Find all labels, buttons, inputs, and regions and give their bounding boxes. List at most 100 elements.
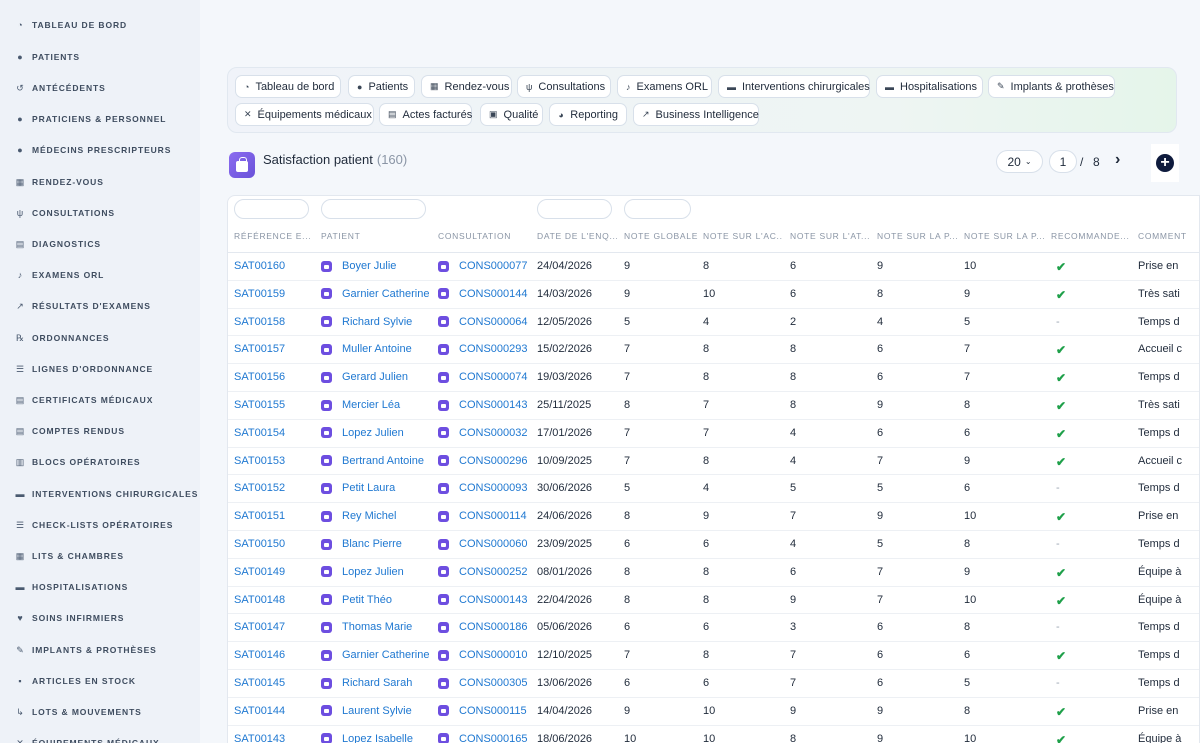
reference-link[interactable]: SAT00158 [234, 316, 285, 328]
patient-link[interactable]: Petit Laura [342, 482, 395, 494]
column-header[interactable]: NOTE GLOBALE [624, 231, 699, 241]
reference-link[interactable]: SAT00157 [234, 343, 285, 355]
reference-link[interactable]: SAT00146 [234, 649, 285, 661]
sidebar-item[interactable]: ▤ DIAGNOSTICS [16, 234, 101, 254]
consultation-link[interactable]: CONS000093 [459, 482, 528, 494]
sidebar-item[interactable]: ✎ IMPLANTS & PROTHÈSES [16, 640, 157, 660]
table-row[interactable]: SAT00152 Petit Laura CONS000093 30/06/2026 5… [228, 475, 1199, 504]
table-row[interactable]: SAT00149 Lopez Julien CONS000252 08/01/2026… [228, 559, 1199, 587]
module-tab[interactable]: ▤ Actes facturés [379, 103, 472, 126]
reference-link[interactable]: SAT00143 [234, 733, 285, 743]
consultation-link[interactable]: CONS000252 [459, 566, 528, 578]
reference-link[interactable]: SAT00144 [234, 705, 285, 717]
table-row[interactable]: SAT00148 Petit Théo CONS000143 22/04/2026 8 8… [228, 587, 1199, 615]
sidebar-item[interactable]: ↗ RÉSULTATS D'EXAMENS [16, 296, 151, 316]
module-tab[interactable]: ▬ Hospitalisations [876, 75, 983, 98]
table-row[interactable]: SAT00143 Lopez Isabelle CONS000165 18/06/20… [228, 726, 1199, 743]
patient-link[interactable]: Garnier Catherine [342, 288, 429, 300]
sidebar-item[interactable]: ☰ LIGNES D'ORDONNANCE [16, 359, 153, 379]
reference-link[interactable]: SAT00155 [234, 399, 285, 411]
column-header[interactable]: DATE DE L'ENQ... [537, 231, 617, 241]
reference-link[interactable]: SAT00160 [234, 260, 285, 272]
page-size-select[interactable]: 20 ⌄ [996, 150, 1043, 173]
table-row[interactable]: SAT00158 Richard Sylvie CONS000064 12/05/20… [228, 309, 1199, 337]
table-row[interactable]: SAT00159 Garnier Catherine CONS000144 14/03… [228, 281, 1199, 309]
sidebar-item[interactable]: ψ CONSULTATIONS [16, 203, 115, 223]
filter-date-input[interactable] [537, 199, 612, 219]
sidebar-item[interactable]: ▦ LITS & CHAMBRES [16, 546, 124, 566]
column-header[interactable]: NOTE SUR L'AC... [703, 231, 783, 241]
patient-link[interactable]: Petit Théo [342, 594, 392, 606]
table-row[interactable]: SAT00147 Thomas Marie CONS000186 05/06/2026… [228, 614, 1199, 643]
patient-link[interactable]: Rey Michel [342, 510, 396, 522]
table-row[interactable]: SAT00145 Richard Sarah CONS000305 13/06/202… [228, 670, 1199, 698]
sidebar-item[interactable]: ↺ ANTÉCÉDENTS [16, 78, 106, 98]
consultation-link[interactable]: CONS000144 [459, 288, 528, 300]
column-header[interactable]: NOTE SUR LA P... [964, 231, 1044, 241]
filter-note-globale-input[interactable] [624, 199, 691, 219]
column-header[interactable]: RECOMMANDE... [1051, 231, 1131, 241]
sidebar-item[interactable]: ▬ INTERVENTIONS CHIRURGICALES [16, 484, 198, 504]
sidebar-item[interactable]: ▥ BLOCS OPÉRATOIRES [16, 452, 141, 472]
module-tab[interactable]: ♪ Examens ORL [617, 75, 712, 98]
module-tab[interactable]: ● Patients [348, 75, 415, 98]
patient-link[interactable]: Mercier Léa [342, 399, 400, 411]
column-header[interactable]: CONSULTATION [438, 231, 533, 241]
sidebar-item[interactable]: ℞ ORDONNANCES [16, 328, 109, 348]
column-header[interactable]: PATIENT [321, 231, 421, 241]
sidebar-item[interactable]: ♪ EXAMENS ORL [16, 265, 104, 285]
sidebar-item[interactable]: ◔ TABLEAU DE BORD [16, 15, 127, 35]
reference-link[interactable]: SAT00150 [234, 538, 285, 550]
consultation-link[interactable]: CONS000077 [459, 260, 528, 272]
table-row[interactable]: SAT00157 Muller Antoine CONS000293 15/02/20… [228, 336, 1199, 365]
consultation-link[interactable]: CONS000074 [459, 371, 528, 383]
consultation-link[interactable]: CONS000032 [459, 427, 528, 439]
consultation-link[interactable]: CONS000296 [459, 455, 528, 467]
column-header[interactable]: COMMENT [1138, 231, 1198, 241]
add-record-button[interactable]: + [1151, 144, 1179, 182]
consultation-link[interactable]: CONS000165 [459, 733, 528, 743]
patient-link[interactable]: Boyer Julie [342, 260, 396, 272]
table-row[interactable]: SAT00154 Lopez Julien CONS000032 17/01/2026… [228, 420, 1199, 448]
reference-link[interactable]: SAT00147 [234, 621, 285, 633]
reference-link[interactable]: SAT00154 [234, 427, 285, 439]
patient-link[interactable]: Laurent Sylvie [342, 705, 412, 717]
reference-link[interactable]: SAT00149 [234, 566, 285, 578]
consultation-link[interactable]: CONS000064 [459, 316, 528, 328]
consultation-link[interactable]: CONS000293 [459, 343, 528, 355]
module-tab[interactable]: ◔ Tableau de bord [235, 75, 341, 98]
module-tab[interactable]: ▣ Qualité [480, 103, 543, 126]
table-row[interactable]: SAT00151 Rey Michel CONS000114 24/06/2026 8 9… [228, 503, 1199, 531]
consultation-link[interactable]: CONS000143 [459, 594, 528, 606]
sidebar-item[interactable]: ● PATIENTS [16, 47, 80, 67]
patient-link[interactable]: Muller Antoine [342, 343, 412, 355]
module-tab[interactable]: ◕ Reporting [549, 103, 627, 126]
patient-link[interactable]: Blanc Pierre [342, 538, 402, 550]
sidebar-item[interactable]: ● MÉDECINS PRESCRIPTEURS [16, 140, 171, 160]
patient-link[interactable]: Richard Sylvie [342, 316, 412, 328]
sidebar-item[interactable]: ▤ COMPTES RENDUS [16, 421, 125, 441]
column-header[interactable]: NOTE SUR L'AT... [790, 231, 870, 241]
sidebar-item[interactable]: ☰ CHECK-LISTS OPÉRATOIRES [16, 515, 173, 535]
consultation-link[interactable]: CONS000143 [459, 399, 528, 411]
sidebar-item[interactable]: ▬ HOSPITALISATIONS [16, 577, 128, 597]
table-row[interactable]: SAT00144 Laurent Sylvie CONS000115 14/04/20… [228, 698, 1199, 726]
filter-patient-input[interactable] [321, 199, 426, 219]
sidebar-item[interactable]: ● PRATICIENS & PERSONNEL [16, 109, 166, 129]
patient-link[interactable]: Lopez Julien [342, 427, 404, 439]
consultation-link[interactable]: CONS000305 [459, 677, 528, 689]
table-row[interactable]: SAT00146 Garnier Catherine CONS000010 12/10… [228, 642, 1199, 670]
table-row[interactable]: SAT00160 Boyer Julie CONS000077 24/04/2026 9… [228, 253, 1199, 281]
patient-link[interactable]: Thomas Marie [342, 621, 412, 633]
reference-link[interactable]: SAT00156 [234, 371, 285, 383]
sidebar-item[interactable]: ▪ ARTICLES EN STOCK [16, 671, 136, 691]
reference-link[interactable]: SAT00151 [234, 510, 285, 522]
patient-link[interactable]: Garnier Catherine [342, 649, 429, 661]
reference-link[interactable]: SAT00159 [234, 288, 285, 300]
sidebar-item[interactable]: ♥ SOINS INFIRMIERS [16, 608, 124, 628]
reference-link[interactable]: SAT00153 [234, 455, 285, 467]
reference-link[interactable]: SAT00148 [234, 594, 285, 606]
column-header[interactable]: RÉFÉRENCE E... [234, 231, 312, 241]
table-row[interactable]: SAT00156 Gerard Julien CONS000074 19/03/202… [228, 364, 1199, 392]
consultation-link[interactable]: CONS000114 [459, 510, 527, 522]
